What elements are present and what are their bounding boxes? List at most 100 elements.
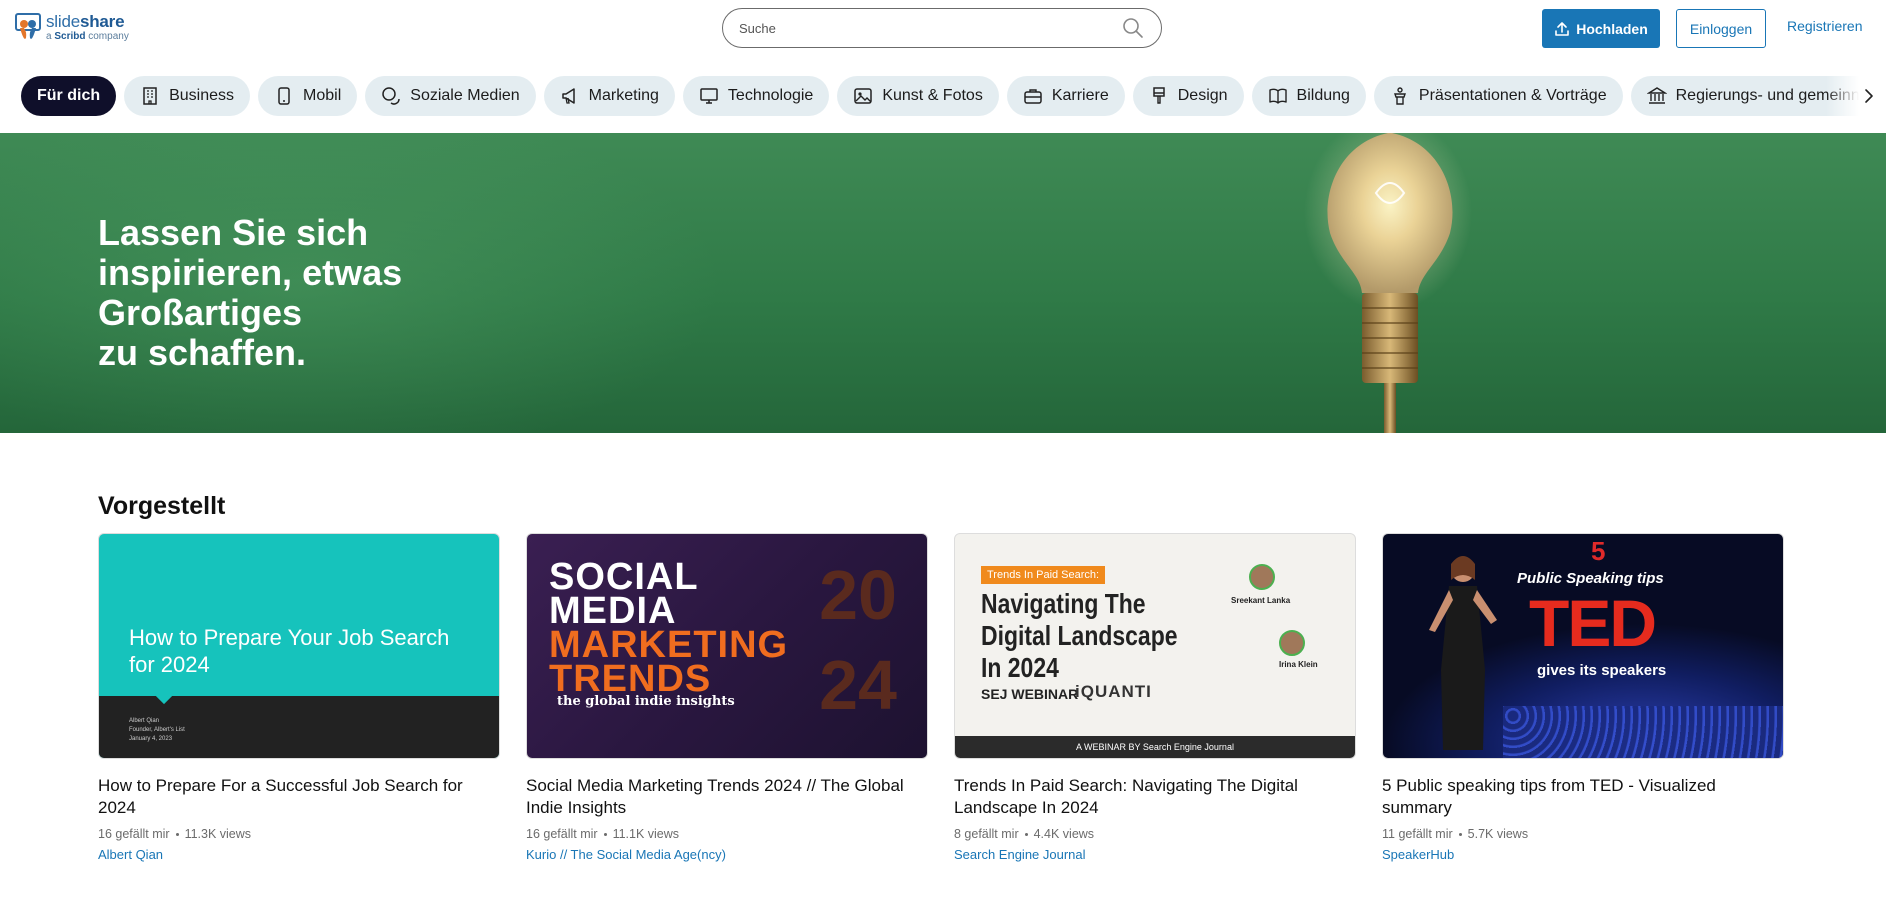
chip-label: Mobil [303, 87, 342, 104]
separator-dot [1458, 832, 1462, 836]
chip-kunst-fotos[interactable]: Kunst & Fotos [837, 76, 999, 116]
iquanti-logo: iQUANTI [1075, 682, 1152, 701]
sej-webinar-logo: SEJ WEBINAR [981, 686, 1079, 702]
card-author-link[interactable]: Kurio // The Social Media Age(ncy) [526, 847, 928, 862]
chat-bubbles-icon [382, 87, 401, 105]
thumbnail-headline: How to Prepare Your Job Search for 2024 [129, 625, 450, 677]
card-meta: 8 gefällt mir 4.4K views [954, 827, 1356, 841]
register-link[interactable]: Registrieren [1787, 18, 1862, 34]
megaphone-icon [561, 88, 575, 104]
search-icon[interactable] [1121, 16, 1145, 40]
card-likes: 16 gefällt mir [526, 827, 598, 841]
chip-karriere[interactable]: Karriere [1006, 76, 1125, 116]
thumbnail-subtitle: the global indie insights [557, 694, 735, 709]
chip-bildung[interactable]: Bildung [1251, 76, 1366, 116]
card-meta: 16 gefällt mir 11.1K views [526, 827, 928, 841]
thumbnail-caption: gives its speakers [1537, 662, 1667, 679]
chip-label: Für dich [37, 87, 101, 104]
chip-label: Bildung [1296, 87, 1350, 104]
upload-icon [1555, 21, 1570, 36]
thumbnail-year-top: 20 [819, 556, 897, 634]
speaker-name: Sreekant Lanka [1231, 596, 1291, 605]
building-icon [143, 87, 157, 105]
chip-label: Soziale Medien [410, 87, 520, 104]
chip-label: Präsentationen & Vorträge [1418, 87, 1607, 104]
chip-marketing[interactable]: Marketing [543, 76, 675, 116]
card-title[interactable]: 5 Public speaking tips from TED - Visual… [1382, 775, 1784, 819]
hero-banner: Lassen Sie sich inspirieren, etwas Großa… [0, 133, 1886, 433]
smartphone-icon [278, 87, 290, 105]
card-thumbnail[interactable]: 20 24 SOCIAL MEDIA MARKETING TRENDS the … [526, 533, 928, 759]
card-likes: 8 gefällt mir [954, 827, 1019, 841]
card-title[interactable]: Social Media Marketing Trends 2024 // Th… [526, 775, 928, 819]
speaker-figure [1429, 556, 1497, 750]
chip-soziale-medien[interactable]: Soziale Medien [365, 76, 536, 116]
chip-design[interactable]: Design [1132, 76, 1244, 116]
card-meta: 16 gefällt mir 11.3K views [98, 827, 500, 841]
separator-dot [1024, 832, 1028, 836]
upload-button[interactable]: Hochladen [1542, 9, 1660, 48]
card-views: 11.1K views [612, 827, 680, 841]
chip-label: Business [169, 87, 235, 104]
card-likes: 11 gefällt mir [1382, 827, 1453, 841]
card-title[interactable]: Trends In Paid Search: Navigating The Di… [954, 775, 1356, 819]
thumbnail-headline: Navigating The Digital Landscape In 2024 [981, 588, 1178, 683]
card-author-link[interactable]: SpeakerHub [1382, 847, 1784, 862]
featured-card[interactable]: 5 Public Speaking tips TED gives its spe… [1382, 533, 1784, 862]
thumbnail-footer: A WEBINAR BY Search Engine Journal [955, 736, 1355, 758]
chip-label: Kunst & Fotos [882, 87, 983, 104]
hero-title: Lassen Sie sich inspirieren, etwas Großa… [98, 212, 403, 373]
thumbnail-number: 5 [1591, 536, 1606, 566]
chip-technologie[interactable]: Technologie [682, 76, 830, 116]
lightbulb-image [1327, 133, 1453, 433]
card-meta: 11 gefällt mir 5.7K views [1382, 827, 1784, 841]
featured-card[interactable]: How to Prepare Your Job Search for 2024 … [98, 533, 500, 862]
card-author-link[interactable]: Albert Qian [98, 847, 500, 862]
upload-button-label: Hochladen [1576, 20, 1648, 37]
category-fade [1826, 72, 1886, 120]
speaker-avatar [1279, 630, 1305, 656]
slideshare-logo[interactable]: slideshare a Scribd company [15, 12, 129, 42]
chevron-right-icon[interactable] [1862, 86, 1876, 106]
card-views: 4.4K views [1033, 827, 1095, 841]
separator-dot [603, 832, 607, 836]
image-icon [854, 88, 873, 104]
card-author-link[interactable]: Search Engine Journal [954, 847, 1356, 862]
briefcase-icon [1024, 89, 1042, 104]
logo-wordmark: slideshare [46, 11, 125, 31]
podium-icon [1393, 87, 1406, 105]
card-thumbnail[interactable]: 5 Public Speaking tips TED gives its spe… [1382, 533, 1784, 759]
featured-card[interactable]: Trends In Paid Search: Navigating The Di… [954, 533, 1356, 862]
thumbnail-year-bottom: 24 [819, 646, 897, 724]
monitor-icon [700, 88, 718, 104]
featured-cards: How to Prepare Your Job Search for 2024 … [98, 533, 1784, 862]
card-title[interactable]: How to Prepare For a Successful Job Sear… [98, 775, 500, 819]
open-book-icon [1268, 88, 1287, 104]
featured-card[interactable]: 20 24 SOCIAL MEDIA MARKETING TRENDS the … [526, 533, 928, 862]
slideshare-logo-icon [15, 13, 41, 39]
card-thumbnail[interactable]: Trends In Paid Search: Navigating The Di… [954, 533, 1356, 759]
separator-dot [175, 832, 179, 836]
top-header: slideshare a Scribd company Hochladen Ei… [0, 0, 1886, 58]
chip-mobil[interactable]: Mobil [258, 76, 358, 116]
thumbnail-headline-orange: MARKETING TRENDS [549, 624, 789, 700]
card-thumbnail[interactable]: How to Prepare Your Job Search for 2024 … [98, 533, 500, 759]
government-building-icon [1646, 87, 1667, 104]
login-button[interactable]: Einloggen [1676, 9, 1766, 48]
chip-label: Technologie [727, 87, 814, 104]
featured-section-title: Vorgestellt [98, 492, 226, 520]
chip-label: Design [1177, 87, 1228, 104]
ted-logo: TED [1529, 586, 1657, 660]
card-likes: 16 gefällt mir [98, 827, 170, 841]
chip-fuer-dich[interactable]: Für dich [21, 76, 117, 116]
thumbnail-tag: Trends In Paid Search: [981, 566, 1106, 584]
thumbnail-headline-white: SOCIAL MEDIA [549, 556, 699, 632]
chip-business[interactable]: Business [124, 76, 251, 116]
audience-crowd [1503, 706, 1783, 758]
card-views: 5.7K views [1467, 827, 1529, 841]
chip-label: Karriere [1051, 87, 1109, 104]
search-input[interactable] [739, 20, 1121, 36]
search-bar[interactable] [722, 8, 1162, 48]
thumbnail-byline: Albert Qian Founder, Albert's List Janua… [129, 718, 185, 742]
chip-praesentationen[interactable]: Präsentationen & Vorträge [1373, 76, 1623, 116]
